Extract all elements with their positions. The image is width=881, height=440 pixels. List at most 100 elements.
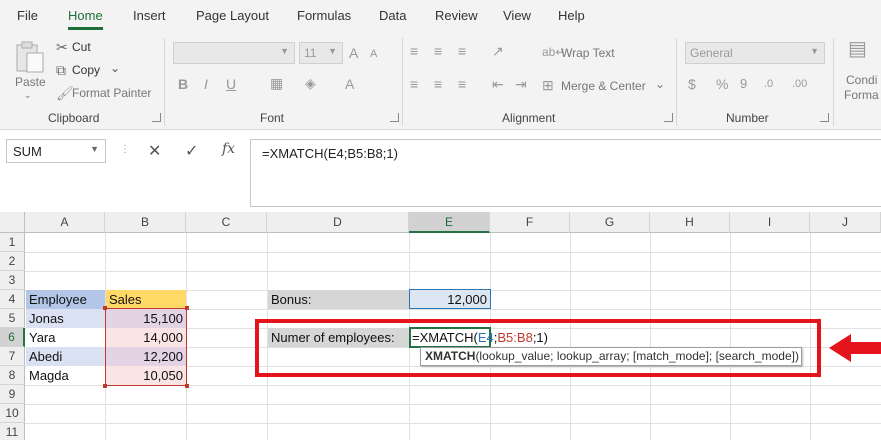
column-header-a[interactable]: A [25,212,105,233]
column-header-j[interactable]: J [810,212,881,233]
borders-icon[interactable]: ▦ [270,76,283,90]
cell-d4[interactable]: Bonus: [268,290,409,309]
gridline [25,385,881,386]
tab-help[interactable]: Help [558,8,585,23]
chevron-down-icon[interactable]: ⌄ [110,61,120,75]
cell-b7[interactable]: 12,200 [106,347,186,366]
column-header-g[interactable]: G [570,212,650,233]
decrease-indent-icon[interactable]: ⇤ [492,77,504,91]
merge-center-button[interactable]: ⊞ Merge & Center ⌄ [542,77,667,95]
dialog-launcher-icon[interactable] [664,113,673,122]
copy-label: Copy [72,63,101,77]
increase-indent-icon[interactable]: ⇥ [515,77,527,91]
number-format-dropdown[interactable]: General ▼ [685,42,825,64]
decrease-font-icon[interactable]: A [370,47,377,61]
font-color-icon[interactable]: A [345,77,354,91]
increase-decimal-icon[interactable]: .0 [764,77,773,91]
name-box[interactable]: SUM ▼ [6,139,106,163]
column-header-d[interactable]: D [267,212,409,233]
resize-handle[interactable] [185,384,189,388]
wrap-text-button[interactable]: ab↵ Wrap Text [542,44,632,62]
cell-b5[interactable]: 15,100 [106,309,186,328]
row-header-10[interactable]: 10 [0,404,25,423]
font-group-label: Font [260,111,285,125]
orientation-icon[interactable]: ↗ [492,44,504,58]
comma-style-icon[interactable]: 9 [740,77,747,91]
resize-handle[interactable] [103,306,107,310]
cell-a7[interactable]: Abedi [26,347,105,366]
increase-font-icon[interactable]: A [349,46,358,60]
column-header-e[interactable]: E [409,212,490,233]
chevron-down-icon: ▼ [90,144,99,154]
column-header-h[interactable]: H [650,212,730,233]
resize-handle[interactable] [185,306,189,310]
align-left-icon[interactable]: ≡ [410,77,418,91]
resize-handle[interactable] [103,384,107,388]
group-divider [833,38,834,126]
font-name-dropdown[interactable]: ▼ [173,42,295,64]
tab-home[interactable]: Home [68,8,103,30]
currency-icon[interactable]: $ [688,77,696,91]
row-header-8[interactable]: 8 [0,366,25,385]
alignment-group-label: Alignment [502,111,556,125]
tab-file[interactable]: File [17,8,38,23]
row-header-7[interactable]: 7 [0,347,25,366]
tab-insert[interactable]: Insert [133,8,166,23]
percent-icon[interactable]: % [716,77,728,91]
dialog-launcher-icon[interactable] [820,113,829,122]
format-painter-button[interactable]: 🖌 Format Painter [54,84,154,104]
bold-icon[interactable]: B [178,77,188,91]
cell-b6[interactable]: 14,000 [106,328,186,347]
row-header-6[interactable]: 6 [0,328,25,347]
copy-button[interactable]: ⧉ Copy ⌄ [54,61,134,81]
align-right-icon[interactable]: ≡ [458,77,466,91]
fill-color-icon[interactable]: ◈ [305,76,316,90]
italic-icon[interactable]: I [204,77,208,91]
tab-page-layout[interactable]: Page Layout [196,8,269,23]
row-header-4[interactable]: 4 [0,290,25,309]
tab-data[interactable]: Data [379,8,406,23]
align-center-icon[interactable]: ≡ [434,77,442,91]
align-top-icon[interactable]: ≡ [410,44,418,58]
wrap-text-label: Wrap Text [561,46,615,60]
tab-view[interactable]: View [503,8,531,23]
tab-formulas[interactable]: Formulas [297,8,351,23]
row-header-2[interactable]: 2 [0,252,25,271]
chevron-down-icon: ⌄ [24,90,32,100]
tab-review[interactable]: Review [435,8,478,23]
cell-b4[interactable]: Sales [106,290,186,309]
merge-icon: ⊞ [542,77,554,93]
enter-icon[interactable]: ✓ [185,141,198,161]
cancel-icon[interactable]: ✕ [148,141,161,161]
row-header-11[interactable]: 11 [0,423,25,440]
column-header-i[interactable]: I [730,212,810,233]
cell-a6[interactable]: Yara [26,328,105,347]
align-bottom-icon[interactable]: ≡ [458,44,466,58]
insert-function-icon[interactable]: fx [222,141,235,157]
row-header-9[interactable]: 9 [0,385,25,404]
paste-button[interactable]: Paste ⌄ [10,38,50,104]
font-size-dropdown[interactable]: 11 ▼ [299,42,343,64]
row-header-1[interactable]: 1 [0,233,25,252]
row-header-5[interactable]: 5 [0,309,25,328]
cell-a5[interactable]: Jonas [26,309,105,328]
column-header-b[interactable]: B [105,212,186,233]
conditional-formatting-button[interactable]: ▤ Condi Forma [842,38,881,104]
cell-e4[interactable]: 12,000 [410,290,490,309]
row-header-3[interactable]: 3 [0,271,25,290]
decrease-decimal-icon[interactable]: .00 [792,77,807,91]
column-header-f[interactable]: F [490,212,570,233]
cell-a4[interactable]: Employee [26,290,105,309]
cut-button[interactable]: ✂ Cut [54,38,134,58]
cell-b8[interactable]: 10,050 [106,366,186,385]
chevron-down-icon: ▼ [328,46,337,56]
column-header-c[interactable]: C [186,212,267,233]
align-middle-icon[interactable]: ≡ [434,44,442,58]
dialog-launcher-icon[interactable] [152,113,161,122]
dialog-launcher-icon[interactable] [390,113,399,122]
cell-a8[interactable]: Magda [26,366,105,385]
select-all-corner[interactable] [0,212,25,233]
formula-input[interactable]: =XMATCH(E4;B5:B8;1) [250,139,881,207]
underline-icon[interactable]: U [226,77,236,91]
highlight-callout-box [255,319,821,377]
